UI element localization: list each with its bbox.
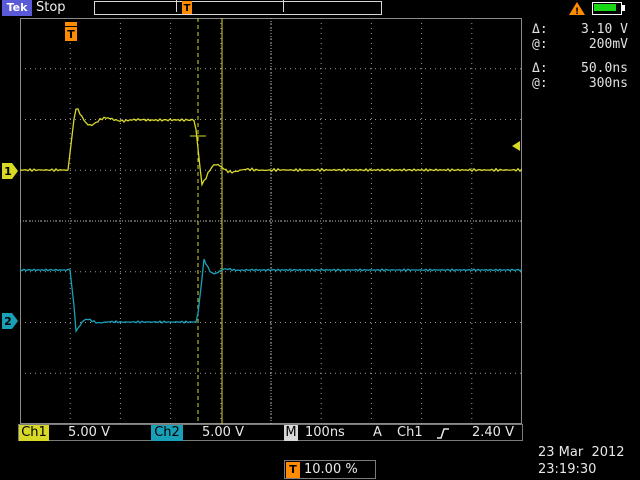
trigger-level: 2.40 V [472,425,514,440]
trigger-position-label: T [286,462,300,478]
time-at-readout: @: 300ns [532,76,628,91]
timebase-label: M [284,425,298,441]
svg-text:!: ! [575,7,579,16]
warning-triangle-icon: ! [569,2,585,16]
voltage-delta-readout: Δ: 3.10 V [532,22,628,37]
time-at-value: 300ns [588,76,628,91]
brand-logo: Tek [2,0,32,16]
ch2-ground-marker[interactable]: 2 [2,313,18,329]
ch1-label[interactable]: Ch1 [19,425,49,441]
trigger-position-marker-icon: T [182,1,192,14]
trigger-mode: A [373,425,382,440]
delta-label: Δ: [532,22,548,37]
time-display: 23:19:30 [538,462,597,477]
battery-level [594,4,616,11]
ch1-marker-label: 1 [4,165,12,178]
trigger-source: Ch1 [397,425,423,440]
ch2-marker-label: 2 [4,315,12,328]
at-label: @: [532,37,548,52]
at-label: @: [532,76,548,91]
ch2-scale: 5.00 V [202,425,244,440]
ch1-ground-marker[interactable]: 1 [2,163,18,179]
voltage-at-readout: @: 200mV [532,37,628,52]
timebase-value: 100ns [305,425,345,440]
acquisition-status: Stop [36,0,66,15]
trigger-time-marker-icon: T [65,22,77,41]
trigger-level-arrow-icon [512,141,520,151]
trigger-marker-label: T [67,28,75,41]
ch1-scale: 5.00 V [68,425,110,440]
time-delta-value: 50.0ns [581,61,628,76]
trigger-position-value[interactable]: 10.00 % [304,462,358,478]
delta-label: Δ: [532,61,548,76]
date-display: 23 Mar 2012 [538,445,625,460]
waveform-display[interactable] [20,18,522,424]
rising-edge-icon [437,428,449,439]
voltage-at-value: 200mV [588,37,628,52]
ch2-label[interactable]: Ch2 [151,425,183,441]
voltage-delta-value: 3.10 V [581,22,628,37]
battery-tip [622,5,625,11]
svg-text:T: T [184,3,191,14]
time-delta-readout: Δ: 50.0ns [532,61,628,76]
